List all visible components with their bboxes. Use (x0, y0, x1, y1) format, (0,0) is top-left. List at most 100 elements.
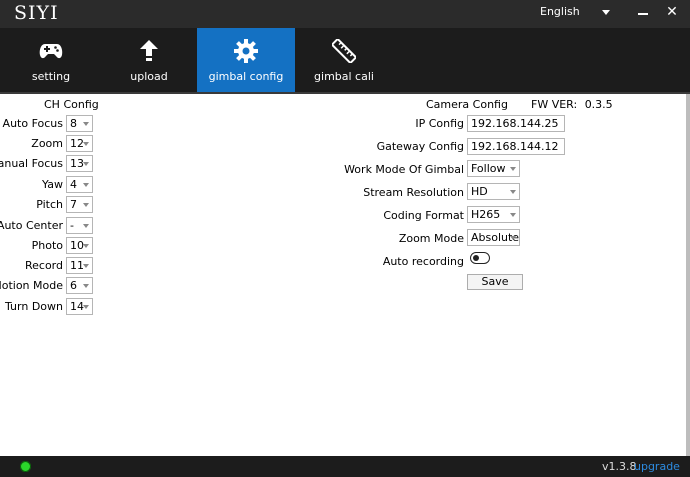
auto-recording-toggle[interactable] (470, 252, 490, 264)
ch-select-manual-focus[interactable]: 13 (66, 155, 93, 172)
stream-resolution-value: HD (471, 185, 488, 198)
chevron-down-icon (83, 224, 89, 228)
chevron-down-icon (510, 213, 516, 217)
coding-format-value: H265 (471, 208, 501, 221)
ch-value: 4 (70, 178, 77, 191)
ch-label: Turn Down (5, 300, 63, 313)
chevron-down-icon (510, 167, 516, 171)
toolbar-divider (0, 92, 690, 94)
ch-value: - (70, 219, 74, 232)
minimize-button[interactable] (634, 4, 652, 22)
gamepad-icon (2, 38, 100, 64)
title-bar: SIYI English ✕ (0, 0, 690, 28)
ip-config-label: IP Config (415, 117, 464, 130)
stream-resolution-select[interactable]: HD (467, 183, 520, 200)
ch-label: Zoom (31, 137, 63, 150)
work-mode-select[interactable]: Follow (467, 160, 520, 177)
window-edge (686, 94, 690, 456)
coding-format-select[interactable]: H265 (467, 206, 520, 223)
stream-resolution-label: Stream Resolution (363, 186, 464, 199)
language-select[interactable]: English (532, 2, 618, 24)
ch-value: 7 (70, 198, 77, 211)
ch-select-pitch[interactable]: 7 (66, 196, 93, 213)
ch-value: 12 (70, 137, 84, 150)
main-toolbar: setting upload gimbal config gimbal cali (0, 28, 690, 92)
ch-row-motion-mode: Motion Mode 6 (0, 277, 96, 295)
chevron-down-icon (510, 236, 516, 240)
ch-value: 13 (70, 157, 84, 170)
chevron-down-icon (83, 284, 89, 288)
ch-value: 11 (70, 259, 84, 272)
chevron-down-icon (602, 10, 610, 15)
ch-label: Yaw (42, 178, 63, 191)
ch-select-motion-mode[interactable]: 6 (66, 277, 93, 294)
ch-row-record: Record 11 (0, 257, 96, 275)
tab-gimbal-config-label: gimbal config (208, 70, 284, 83)
tab-gimbal-config[interactable]: gimbal config (197, 28, 295, 92)
tab-gimbal-cali-label: gimbal cali (314, 70, 374, 83)
ch-select-auto-focus[interactable]: 8 (66, 115, 93, 132)
fw-version-value: 0.3.5 (584, 98, 613, 111)
ch-row-auto-center: Auto Center - (0, 217, 96, 235)
chevron-down-icon (83, 122, 89, 126)
ch-row-photo: Photo 10 (0, 237, 96, 255)
ch-label: Pitch (36, 198, 63, 211)
close-button[interactable]: ✕ (662, 2, 682, 22)
ch-row-manual-focus: Manual Focus 13 (0, 155, 96, 173)
gateway-config-input[interactable]: 192.168.144.12 (467, 138, 565, 155)
ch-label: Motion Mode (0, 279, 63, 292)
connection-status-led-icon (20, 461, 31, 472)
ch-value: 10 (70, 239, 84, 252)
zoom-mode-label: Zoom Mode (398, 232, 464, 245)
ch-label: Record (24, 259, 63, 272)
ch-select-zoom[interactable]: 12 (66, 135, 93, 152)
chevron-down-icon (83, 305, 89, 309)
camera-config-title: Camera Config (426, 98, 508, 111)
tab-setting-label: setting (31, 70, 71, 83)
tab-setting[interactable]: setting (2, 28, 100, 92)
ip-config-input[interactable]: 192.168.144.25 (467, 115, 565, 132)
tab-upload-label: upload (130, 70, 168, 83)
chevron-down-icon (83, 244, 89, 248)
siyi-logo: SIYI (14, 2, 59, 24)
ch-label: Photo (31, 239, 63, 252)
ch-select-photo[interactable]: 10 (66, 237, 93, 254)
tab-gimbal-cali[interactable]: gimbal cali (295, 28, 393, 92)
chevron-down-icon (83, 203, 89, 207)
status-bar: v1.3.8 upgrade (0, 456, 690, 477)
ch-row-pitch: Pitch 7 (0, 196, 96, 214)
app-version: v1.3.8 (602, 460, 637, 473)
tab-upload[interactable]: upload (100, 28, 198, 92)
save-button[interactable]: Save (467, 274, 523, 290)
gateway-config-label: Gateway Config (376, 140, 464, 153)
ch-select-yaw[interactable]: 4 (66, 176, 93, 193)
ch-row-yaw: Yaw 4 (0, 176, 96, 194)
ch-value: 8 (70, 117, 77, 130)
chevron-down-icon (83, 162, 89, 166)
coding-format-label: Coding Format (383, 209, 464, 222)
gear-icon (197, 38, 295, 64)
language-value: English (540, 5, 580, 18)
chevron-down-icon (510, 190, 516, 194)
ch-row-auto-focus: Auto Focus 8 (0, 115, 96, 133)
chevron-down-icon (83, 183, 89, 187)
ch-label: Auto Focus (2, 117, 63, 130)
ch-value: 14 (70, 300, 84, 313)
ch-row-zoom: Zoom 12 (0, 135, 96, 153)
upload-arrow-icon (100, 38, 198, 64)
ch-label: Manual Focus (0, 157, 63, 170)
upgrade-link[interactable]: upgrade (634, 460, 680, 473)
work-mode-label: Work Mode Of Gimbal (344, 163, 464, 176)
ch-select-auto-center[interactable]: - (66, 217, 93, 234)
work-mode-value: Follow (471, 162, 506, 175)
ch-label: Auto Center (0, 219, 63, 232)
ch-select-turn-down[interactable]: 14 (66, 298, 93, 315)
ch-select-record[interactable]: 11 (66, 257, 93, 274)
auto-recording-label: Auto recording (382, 255, 464, 268)
zoom-mode-select[interactable]: Absolute (467, 229, 520, 246)
chevron-down-icon (83, 264, 89, 268)
ch-row-turn-down: Turn Down 14 (0, 298, 96, 316)
ruler-icon (295, 38, 393, 64)
toggle-knob (473, 254, 479, 261)
fw-version-label: FW VER: (531, 98, 578, 111)
